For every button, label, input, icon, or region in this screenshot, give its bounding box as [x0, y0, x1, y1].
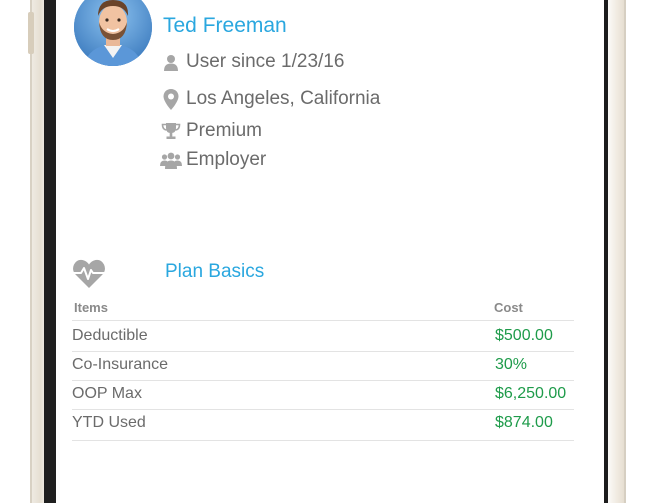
users-icon	[160, 149, 182, 171]
table-row-item-deductible: Deductible	[72, 327, 148, 344]
phone-side-button	[28, 12, 34, 54]
column-header-cost: Cost	[494, 300, 523, 315]
group-row: Employer	[160, 149, 266, 171]
table-row-item-oop-max: OOP Max	[72, 385, 142, 402]
phone-frame-right-edge	[624, 0, 626, 503]
phone-bezel-left	[44, 0, 56, 503]
table-row-cost-oop-max: $6,250.00	[495, 385, 567, 402]
table-divider	[72, 320, 574, 321]
table-divider	[72, 351, 574, 352]
table-row-cost-deductible: $500.00	[495, 327, 553, 344]
plan-basics-title: Plan Basics	[165, 261, 265, 282]
column-header-items: Items	[74, 300, 108, 315]
member-since-text: User since 1/23/16	[186, 51, 345, 72]
profile-name: Ted Freeman	[163, 14, 287, 37]
group-text: Employer	[186, 149, 267, 170]
table-row-item-co-insurance: Co-Insurance	[72, 356, 169, 373]
table-row-item-ytd-used: YTD Used	[72, 414, 146, 431]
location-row: Los Angeles, California	[160, 88, 380, 110]
heartbeat-icon	[72, 258, 106, 290]
member-since-row: User since 1/23/16	[160, 51, 344, 73]
table-divider	[72, 440, 574, 441]
user-icon	[160, 51, 182, 73]
phone-frame-edge	[30, 0, 32, 503]
map-pin-icon	[160, 88, 182, 110]
table-row-cost-co-insurance: 30%	[495, 356, 528, 373]
location-text: Los Angeles, California	[186, 88, 381, 109]
table-divider	[72, 380, 574, 381]
tier-row: Premium	[160, 120, 262, 142]
table-row-cost-ytd-used: $874.00	[495, 414, 553, 431]
trophy-icon	[160, 120, 182, 142]
tier-text: Premium	[186, 120, 263, 141]
table-divider	[72, 409, 574, 410]
